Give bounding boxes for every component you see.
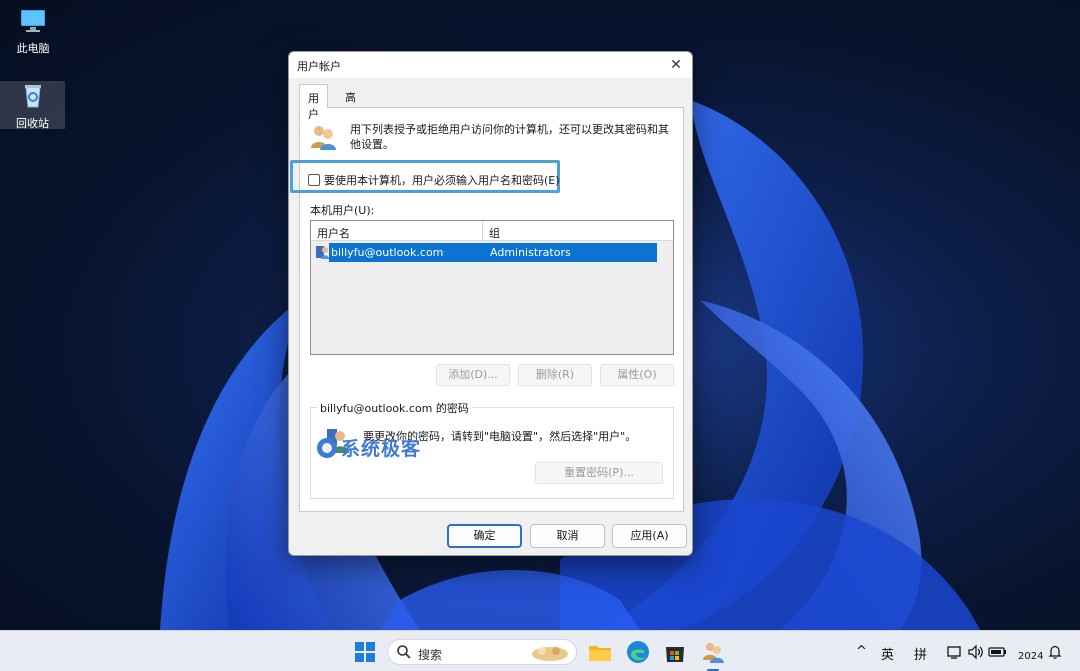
input-language-indicator[interactable]: 英	[881, 644, 894, 663]
monitor-icon	[18, 6, 48, 36]
dialog-titlebar[interactable]: 用户帐户 ✕	[289, 52, 692, 78]
intro-text: 用下列表授予或拒绝用户访问你的计算机，还可以更改其密码和其他设置。	[350, 123, 669, 151]
volume-icon[interactable]	[967, 644, 985, 663]
add-user-button[interactable]: 添加(D)...	[436, 364, 510, 386]
tab-users[interactable]: 用户	[299, 84, 328, 121]
search-placeholder: 搜索	[418, 648, 443, 662]
watermark-text: 系统极客	[341, 438, 422, 460]
user-accounts-taskbar-icon[interactable]	[700, 639, 726, 671]
desktop-icon-label: 回收站	[16, 117, 49, 130]
search-icon	[396, 644, 412, 663]
remove-user-button[interactable]: 删除(R)	[518, 364, 592, 386]
notification-bell-icon[interactable]	[1047, 644, 1063, 663]
network-icon[interactable]	[946, 644, 962, 663]
user-row-icon	[315, 244, 329, 260]
taskbar-search-box[interactable]: 搜索	[387, 639, 577, 665]
battery-icon[interactable]	[988, 645, 1008, 662]
user-name-cell: billyfu@outlook.com	[331, 246, 444, 259]
search-highlight-icon	[530, 642, 570, 667]
windows-start-icon[interactable]	[352, 639, 378, 665]
close-icon[interactable]: ✕	[666, 55, 686, 75]
desktop-icon-this-pc[interactable]: 此电脑	[2, 6, 64, 55]
apply-button[interactable]: 应用(A)	[612, 524, 687, 548]
tray-overflow-chevron[interactable]: ^	[856, 644, 867, 659]
file-explorer-icon[interactable]	[587, 639, 613, 665]
user-group-cell: Administrators	[490, 246, 571, 259]
watermark-logo-icon	[317, 437, 337, 458]
ime-mode-indicator[interactable]: 拼	[914, 644, 927, 663]
desktop-icon-label: 此电脑	[16, 42, 50, 55]
password-group-title: billyfu@outlook.com 的密码	[317, 400, 472, 416]
table-row[interactable]: billyfu@outlook.com Administrators	[329, 243, 657, 262]
reset-password-button[interactable]: 重置密码(P)...	[535, 462, 663, 484]
properties-button[interactable]: 属性(O)	[600, 364, 674, 386]
ok-button[interactable]: 确定	[447, 524, 522, 548]
local-users-label: 本机用户(U):	[310, 204, 375, 217]
tab-advanced[interactable]: 高级	[337, 84, 364, 120]
recycle-bin-icon	[18, 81, 48, 111]
user-accounts-dialog: 用户帐户 ✕ 用户 高级 用下列表授予或拒绝用户访问你的计算机，还可以更改其密码…	[288, 51, 693, 556]
column-header-username[interactable]: 用户名	[311, 221, 483, 241]
require-password-checkbox[interactable]	[308, 174, 320, 186]
column-header-group[interactable]: 组	[483, 221, 673, 241]
require-password-row[interactable]: 要使用本计算机，用户必须输入用户名和密码(E)	[308, 172, 560, 188]
watermark: 系统极客	[317, 434, 421, 461]
cancel-button[interactable]: 取消	[530, 524, 605, 548]
require-password-label[interactable]: 要使用本计算机，用户必须输入用户名和密码(E)	[324, 172, 560, 188]
clock-date[interactable]: 2024	[1018, 651, 1043, 662]
edge-browser-icon[interactable]	[625, 639, 651, 665]
users-list[interactable]: 用户名 组 billyfu@outlook.com Administrators	[310, 220, 674, 355]
desktop-icon-recycle-bin[interactable]: 回收站	[0, 81, 65, 130]
store-icon[interactable]	[662, 639, 688, 665]
taskbar: 搜索 ^ 英 拼 2024	[0, 630, 1080, 671]
dialog-title: 用户帐户	[297, 60, 341, 73]
users-icon	[308, 122, 338, 152]
